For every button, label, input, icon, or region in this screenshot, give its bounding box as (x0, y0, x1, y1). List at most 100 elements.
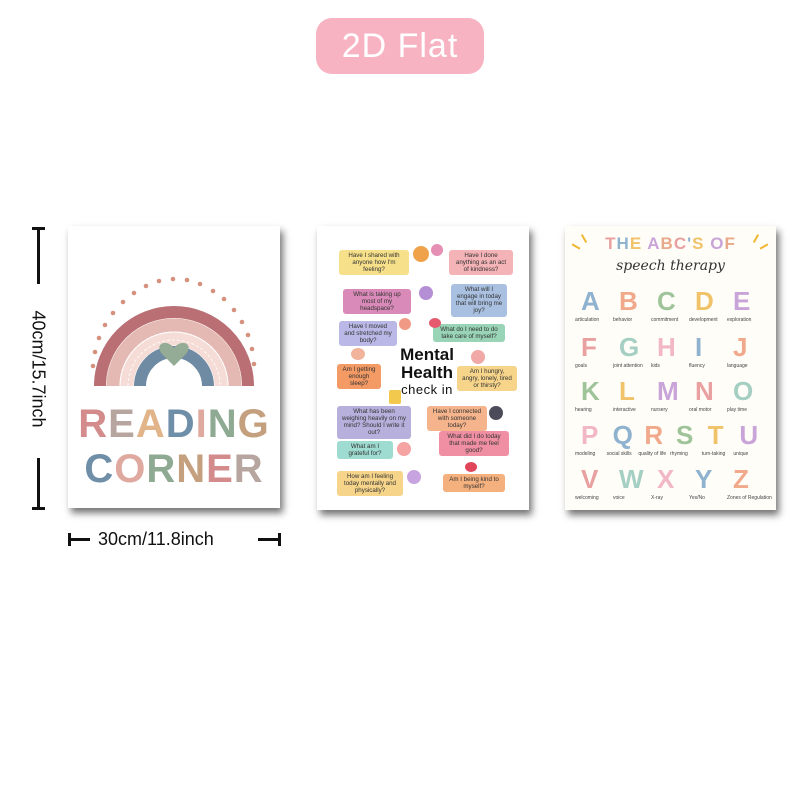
checkin-bubble: What do I need to do take care of myself… (433, 324, 505, 343)
checkin-bubble: What did I do today that made me feel go… (439, 431, 509, 457)
height-dimension-cap-top (32, 227, 45, 230)
poster-letter: R (146, 447, 177, 491)
checkin-bubble: What will I engage in today that will br… (451, 284, 507, 317)
reading-corner-poster: READING CORNER (68, 226, 280, 508)
abc-title: THE ABC'S OF (565, 234, 776, 254)
alphabet-letter: R (644, 420, 664, 450)
view-mode-badge: 2D Flat (316, 18, 484, 74)
alphabet-letter: S (676, 420, 694, 450)
abc-subtitle: speech therapy (616, 258, 725, 274)
poster-letter: A (135, 402, 166, 446)
abc-title-letter: F (724, 234, 736, 253)
gratitude-icon (397, 442, 411, 456)
alphabet-letter: U (739, 420, 759, 450)
checkin-bubble: How am I feeling today mentally and phys… (337, 471, 403, 497)
height-dimension-cap-bottom (32, 507, 45, 510)
alphabet-caption: voice (613, 495, 625, 501)
checkin-bubble: Am I getting enough sleep? (337, 364, 381, 390)
flower-icon (431, 244, 443, 256)
alphabet-caption: kids (651, 363, 660, 369)
alphabet-letter: P (581, 420, 599, 450)
poster-letter: E (108, 402, 136, 446)
alphabet-caption: interactive (613, 407, 636, 413)
alphabet-caption: oral motor (689, 407, 712, 413)
alphabet-letter: E (733, 286, 751, 316)
alphabet-caption: hearing (575, 407, 592, 413)
alphabet-letter: N (695, 376, 714, 406)
alphabet-caption: rhyming (670, 451, 688, 457)
abc-title-letter: O (710, 234, 725, 253)
alphabet-caption: unique (733, 451, 749, 457)
alphabet-letter: F (581, 332, 597, 362)
abc-title-letter: H (616, 234, 630, 253)
checkin-bubble: What has been weighing heavily on my min… (337, 406, 411, 439)
hunger-icon (471, 350, 485, 364)
abc-title-letter: C (673, 234, 688, 253)
poster-letter: D (165, 402, 196, 446)
checkin-bubble: What is taking up most of my headspace? (343, 289, 411, 315)
alphabet-letter: Y (695, 464, 713, 494)
width-dimension-line-left (68, 538, 90, 541)
height-dimension-label: 40cm/15.7inch (28, 310, 49, 428)
alphabet-caption: welcoming (575, 495, 599, 501)
alphabet-caption: Zones of Regulation (727, 495, 772, 501)
alphabet-caption: commitment (651, 317, 679, 323)
alphabet-caption: articulation (575, 317, 600, 323)
alphabet-caption: play time (727, 407, 748, 413)
alphabet-caption: exploration (727, 317, 752, 323)
checkin-bubble: Am I hungry, angry, lonely, tired or thi… (457, 366, 517, 392)
abc-title-letter: T (605, 234, 617, 253)
alphabet-caption: turn-taking (701, 451, 726, 457)
width-dimension-cap-left (68, 533, 71, 546)
brain-icon (419, 286, 433, 300)
poster-letter: I (195, 402, 208, 446)
abc-speech-therapy-poster: THE ABC'S OF speech therapy Aarticulatio… (565, 226, 776, 510)
alphabet-letter: L (619, 376, 635, 406)
abc-title-letter: E (629, 234, 643, 253)
alphabet-letter: X (657, 464, 675, 494)
checkin-bubble: Have I connected with someone today? (427, 406, 487, 432)
alphabet-caption: goals (575, 363, 587, 369)
width-dimension-cap-right (278, 533, 281, 546)
alphabet-letter: Q (612, 420, 633, 450)
alphabet-caption: language (727, 363, 748, 369)
alphabet-letter: G (619, 332, 640, 362)
abc-title-letter: A (647, 234, 661, 253)
people-icon (413, 246, 429, 262)
alphabet-letter: K (581, 376, 600, 406)
rainbow-illustration (90, 276, 257, 387)
heart-icon (465, 462, 477, 472)
poster-letter: R (233, 447, 264, 491)
alphabet-letter: W (619, 464, 644, 494)
alphabet-caption: quality of life (638, 451, 667, 457)
heart-hands-icon (429, 318, 441, 328)
alphabet-caption: fluency (689, 363, 705, 369)
reading-word: READING (68, 404, 280, 444)
alphabet-letter: M (657, 376, 679, 406)
width-dimension-line-right (258, 538, 280, 541)
alphabet-caption: X-ray (651, 495, 663, 501)
poster-letter: O (114, 447, 147, 491)
alphabet-letter: C (657, 286, 676, 316)
poster-letter: R (78, 402, 109, 446)
alphabet-letter: A (581, 286, 600, 316)
poster-letter: C (84, 447, 115, 491)
alphabet-caption: behavior (613, 317, 633, 323)
width-dimension-label: 30cm/11.8inch (98, 529, 214, 549)
height-dimension-line-top (37, 228, 40, 284)
alphabet-letter: O (733, 376, 754, 406)
alphabet-caption: social skills (606, 451, 632, 457)
alphabet-caption: nursery (651, 407, 668, 413)
checkin-bubble: Have I shared with anyone how I'm feelin… (339, 250, 409, 276)
stretch-icon (399, 318, 411, 330)
alphabet-caption: modeling (575, 451, 596, 457)
checkin-bubble: Have I moved and stretched my body? (339, 321, 397, 347)
poster-letter: N (176, 447, 207, 491)
checkin-bubble: Have I done anything as an act of kindne… (449, 250, 513, 276)
poster-letter: E (206, 447, 234, 491)
abc-title-letter: B (660, 234, 674, 253)
alphabet-letter: T (707, 420, 724, 450)
poster-letter: G (237, 402, 270, 446)
alphabet-letter: I (695, 332, 703, 362)
abc-title-letter: S (692, 234, 705, 253)
